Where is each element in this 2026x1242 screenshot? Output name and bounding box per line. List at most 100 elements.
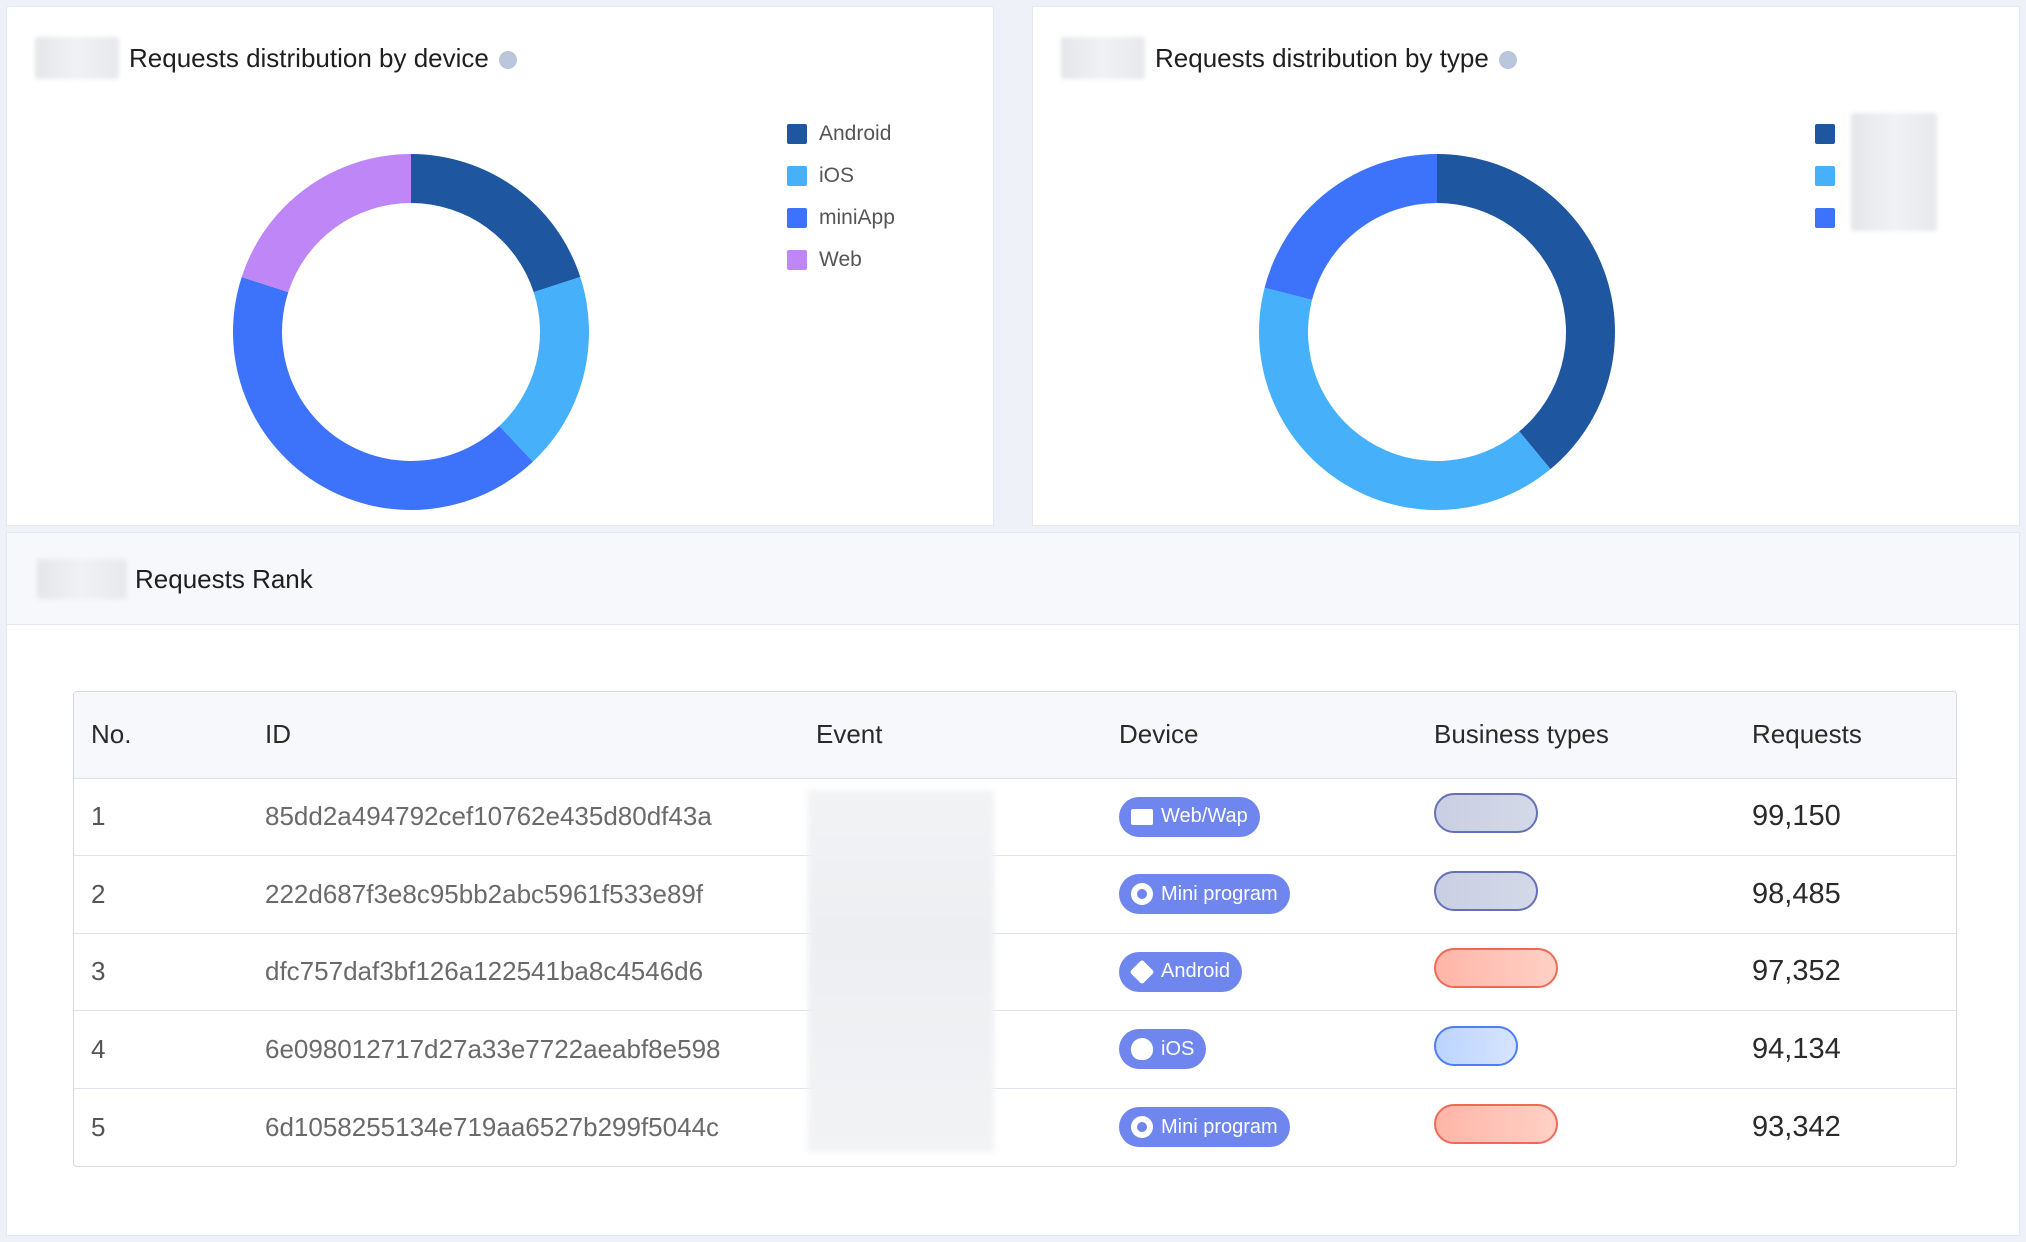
- cell-business-type: [1417, 933, 1735, 1011]
- cell-requests: 99,150: [1752, 800, 1841, 833]
- table-row[interactable]: 5 6d1058255134e719aa6527b299f5044c Mini pr…: [74, 1088, 1956, 1166]
- type-card-title: Requests distribution by type: [1155, 42, 1489, 73]
- legend-swatch: [1815, 124, 1835, 144]
- requests-rank-card: Requests Rank No. ID Event Device Busine…: [6, 532, 2020, 1236]
- cell-device: Mini program: [1102, 856, 1417, 934]
- cell-id[interactable]: 6d1058255134e719aa6527b299f5044c: [248, 1088, 799, 1166]
- requests-rank-table: No. ID Event Device Business types Reque…: [73, 691, 1957, 1167]
- device-legend: Android iOS miniApp Web: [787, 113, 895, 281]
- redacted-legend-labels: [1851, 113, 1937, 231]
- business-type-badge: [1434, 1103, 1558, 1144]
- legend-item[interactable]: miniApp: [787, 197, 895, 239]
- rank-card-title: Requests Rank: [135, 563, 313, 594]
- cell-device: iOS: [1102, 1011, 1417, 1089]
- donut-slice-android[interactable]: [411, 154, 581, 293]
- legend-swatch: [787, 166, 807, 186]
- legend-item[interactable]: Android: [787, 113, 895, 155]
- donut-slice-ios[interactable]: [499, 276, 589, 462]
- legend-swatch: [1815, 166, 1835, 186]
- donut-slice-1[interactable]: [1437, 154, 1615, 470]
- column-header-device[interactable]: Device: [1102, 692, 1417, 778]
- type-legend: [1815, 113, 1847, 239]
- cell-requests: 98,485: [1752, 877, 1841, 910]
- cell-no: 5: [91, 1111, 106, 1142]
- browser-icon: [1131, 808, 1153, 825]
- redacted-label: [1061, 37, 1145, 79]
- info-icon[interactable]: [1498, 51, 1517, 69]
- device-badge: iOS: [1119, 1029, 1207, 1070]
- device-donut-chart[interactable]: [230, 151, 592, 513]
- legend-item[interactable]: [1815, 197, 1847, 239]
- cell-id[interactable]: 6e098012717d27a33e7722aeabf8e598: [248, 1011, 799, 1089]
- column-header-requests[interactable]: Requests: [1735, 692, 1956, 778]
- table-row[interactable]: 3 dfc757daf3bf126a122541ba8c4546d6 Android…: [74, 933, 1956, 1011]
- device-badge: Mini program: [1119, 874, 1290, 915]
- legend-item[interactable]: Web: [787, 239, 895, 281]
- cell-no: 1: [91, 801, 106, 832]
- cell-requests: 94,134: [1752, 1032, 1841, 1065]
- cell-requests: 93,342: [1752, 1110, 1841, 1143]
- cell-business-type: [1417, 1088, 1735, 1166]
- legend-label: Android: [819, 122, 892, 145]
- mini-program-icon: [1131, 1116, 1153, 1138]
- cell-no: 2: [91, 878, 106, 909]
- legend-item[interactable]: [1815, 113, 1847, 155]
- cell-id[interactable]: 85dd2a494792cef10762e435d80df43a: [248, 778, 799, 856]
- device-badge: Android: [1119, 951, 1242, 992]
- cell-device: Web/Wap: [1102, 778, 1417, 856]
- business-type-badge: [1434, 1025, 1518, 1066]
- apple-icon: [1131, 1038, 1153, 1061]
- column-header-business-types[interactable]: Business types: [1417, 692, 1735, 778]
- device-badge-label: Mini program: [1161, 882, 1278, 905]
- cell-no: 4: [91, 1033, 106, 1064]
- legend-label: miniApp: [819, 206, 895, 229]
- legend-item[interactable]: [1815, 155, 1847, 197]
- device-distribution-card: Requests distribution by device Android i…: [6, 6, 994, 526]
- column-header-id[interactable]: ID: [248, 692, 799, 778]
- cell-business-type: [1417, 856, 1735, 934]
- cell-requests: 97,352: [1752, 955, 1841, 988]
- business-type-badge: [1434, 948, 1558, 989]
- column-header-event[interactable]: Event: [799, 692, 1102, 778]
- android-icon: [1129, 959, 1155, 985]
- business-type-badge: [1434, 793, 1538, 834]
- info-icon[interactable]: [498, 51, 517, 69]
- mini-program-icon: [1131, 883, 1153, 906]
- device-card-title: Requests distribution by device: [129, 42, 489, 73]
- cell-business-type: [1417, 1011, 1735, 1089]
- device-badge-label: Web/Wap: [1161, 805, 1248, 828]
- legend-swatch: [1815, 208, 1835, 228]
- cell-device: Mini program: [1102, 1088, 1417, 1166]
- device-badge-label: Mini program: [1161, 1115, 1278, 1138]
- device-badge: Web/Wap: [1119, 796, 1260, 837]
- legend-swatch: [787, 208, 807, 228]
- legend-label: Web: [819, 248, 862, 271]
- table-row[interactable]: 1 85dd2a494792cef10762e435d80df43a Web/Wap…: [74, 778, 1956, 856]
- cell-no: 3: [91, 956, 106, 987]
- device-badge-label: Android: [1161, 960, 1230, 983]
- legend-item[interactable]: iOS: [787, 155, 895, 197]
- donut-slice-3[interactable]: [1264, 154, 1437, 300]
- column-header-no[interactable]: No.: [74, 692, 248, 778]
- redacted-label: [35, 37, 119, 79]
- business-type-badge: [1434, 870, 1538, 911]
- cell-id[interactable]: dfc757daf3bf126a122541ba8c4546d6: [248, 933, 799, 1011]
- cell-device: Android: [1102, 933, 1417, 1011]
- rank-card-header: Requests Rank: [7, 533, 2019, 625]
- table-row[interactable]: 4 6e098012717d27a33e7722aeabf8e598 iOS 94,1…: [74, 1010, 1956, 1089]
- donut-slice-web[interactable]: [241, 154, 411, 293]
- donut-slice-2[interactable]: [1259, 287, 1551, 510]
- cell-business-type: [1417, 778, 1735, 856]
- legend-label: iOS: [819, 164, 855, 187]
- device-badge: Mini program: [1119, 1107, 1290, 1147]
- table-row[interactable]: 2 222d687f3e8c95bb2abc5961f533e89f Mini pr…: [74, 855, 1956, 934]
- table-header-row: No. ID Event Device Business types Reque…: [74, 692, 1956, 778]
- legend-swatch: [787, 124, 807, 144]
- type-donut-chart[interactable]: [1256, 151, 1618, 513]
- donut-slice-miniapp[interactable]: [232, 276, 533, 510]
- device-badge-label: iOS: [1161, 1037, 1195, 1060]
- redacted-label: [37, 559, 127, 599]
- cell-id[interactable]: 222d687f3e8c95bb2abc5961f533e89f: [248, 856, 799, 934]
- type-card-header: Requests distribution by type: [1061, 37, 1517, 79]
- device-card-header: Requests distribution by device: [35, 37, 517, 79]
